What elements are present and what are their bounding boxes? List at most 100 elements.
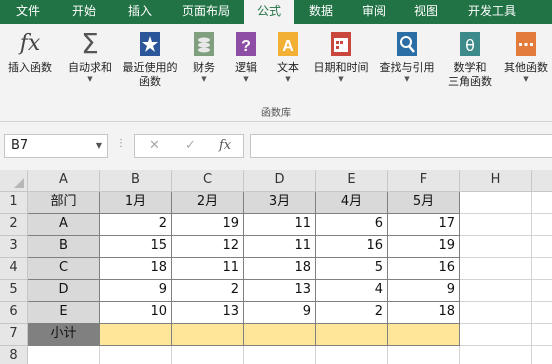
data-cell[interactable]: 18 — [388, 302, 460, 324]
data-cell[interactable]: 2 — [172, 280, 244, 302]
table-header-month[interactable]: 3月 — [244, 192, 316, 214]
empty-cell[interactable] — [532, 324, 552, 346]
worksheet-grid[interactable]: A B C D E F H 1 2 3 4 5 6 7 8 部门 1月 2月 3… — [0, 170, 552, 364]
empty-cell[interactable] — [460, 192, 532, 214]
data-cell[interactable]: 11 — [244, 236, 316, 258]
row-header-3[interactable]: 3 — [0, 236, 28, 258]
dept-cell[interactable]: C — [28, 258, 100, 280]
tab-formulas[interactable]: 公式 — [244, 0, 294, 26]
tab-view[interactable]: 视图 — [400, 0, 452, 24]
tab-developer[interactable]: 开发工具 — [456, 0, 528, 24]
formula-input[interactable] — [250, 134, 552, 158]
dept-cell[interactable]: A — [28, 214, 100, 236]
empty-cell[interactable] — [388, 346, 460, 364]
tab-home[interactable]: 开始 — [56, 0, 112, 24]
column-header-b[interactable]: B — [100, 170, 172, 192]
data-cell[interactable]: 18 — [244, 258, 316, 280]
subtotal-cell[interactable] — [172, 324, 244, 346]
data-cell[interactable]: 16 — [388, 258, 460, 280]
tab-file[interactable]: 文件 — [0, 0, 56, 24]
data-cell[interactable]: 16 — [316, 236, 388, 258]
column-header-a[interactable]: A — [28, 170, 100, 192]
text-button[interactable]: A 文本 ▼ — [270, 30, 306, 83]
table-header-month[interactable]: 1月 — [100, 192, 172, 214]
column-header-d[interactable]: D — [244, 170, 316, 192]
dept-cell[interactable]: E — [28, 302, 100, 324]
row-header-4[interactable]: 4 — [0, 258, 28, 280]
tab-insert[interactable]: 插入 — [112, 0, 168, 24]
dept-cell[interactable]: D — [28, 280, 100, 302]
row-header-2[interactable]: 2 — [0, 214, 28, 236]
empty-cell[interactable] — [532, 302, 552, 324]
data-cell[interactable]: 4 — [316, 280, 388, 302]
data-cell[interactable]: 6 — [316, 214, 388, 236]
data-cell[interactable]: 11 — [244, 214, 316, 236]
empty-cell[interactable] — [532, 236, 552, 258]
tab-data[interactable]: 数据 — [296, 0, 346, 24]
empty-cell[interactable] — [460, 236, 532, 258]
cancel-icon[interactable]: ✕ — [149, 138, 160, 153]
data-cell[interactable]: 13 — [244, 280, 316, 302]
data-cell[interactable]: 5 — [316, 258, 388, 280]
subtotal-cell[interactable] — [316, 324, 388, 346]
empty-cell[interactable] — [244, 346, 316, 364]
empty-cell[interactable] — [460, 302, 532, 324]
row-header-8[interactable]: 8 — [0, 346, 28, 364]
data-cell[interactable]: 15 — [100, 236, 172, 258]
insert-function-button[interactable]: fx 插入函数 — [2, 30, 58, 75]
column-header-next[interactable] — [532, 170, 552, 192]
data-cell[interactable]: 9 — [100, 280, 172, 302]
table-header-dept[interactable]: 部门 — [28, 192, 100, 214]
empty-cell[interactable] — [460, 324, 532, 346]
recently-used-button[interactable]: 最近使用的 函数 — [118, 30, 182, 89]
column-header-f[interactable]: F — [388, 170, 460, 192]
table-header-month[interactable]: 4月 — [316, 192, 388, 214]
data-cell[interactable]: 19 — [172, 214, 244, 236]
more-functions-button[interactable]: 其他函数 ▼ — [500, 30, 552, 83]
subtotal-cell[interactable] — [244, 324, 316, 346]
column-header-c[interactable]: C — [172, 170, 244, 192]
data-cell[interactable]: 17 — [388, 214, 460, 236]
column-header-h[interactable]: H — [460, 170, 532, 192]
math-trig-button[interactable]: θ 数学和 三角函数 — [440, 30, 500, 89]
empty-cell[interactable] — [316, 346, 388, 364]
financial-button[interactable]: 财务 ▼ — [186, 30, 222, 83]
tab-page-layout[interactable]: 页面布局 — [170, 0, 242, 24]
data-cell[interactable]: 2 — [100, 214, 172, 236]
row-header-6[interactable]: 6 — [0, 302, 28, 324]
table-header-month[interactable]: 2月 — [172, 192, 244, 214]
autosum-button[interactable]: Σ 自动求和 ▼ — [62, 30, 118, 84]
empty-cell[interactable] — [532, 258, 552, 280]
row-header-7[interactable]: 7 — [0, 324, 28, 346]
data-cell[interactable]: 9 — [388, 280, 460, 302]
name-box[interactable]: B7 ▼ — [4, 134, 108, 158]
data-cell[interactable]: 18 — [100, 258, 172, 280]
empty-cell[interactable] — [28, 346, 100, 364]
empty-cell[interactable] — [460, 346, 532, 364]
data-cell[interactable]: 10 — [100, 302, 172, 324]
empty-cell[interactable] — [172, 346, 244, 364]
data-cell[interactable]: 19 — [388, 236, 460, 258]
insert-function-icon[interactable]: fx — [219, 138, 231, 153]
data-cell[interactable]: 9 — [244, 302, 316, 324]
column-header-e[interactable]: E — [316, 170, 388, 192]
empty-cell[interactable] — [532, 214, 552, 236]
subtotal-cell[interactable] — [388, 324, 460, 346]
empty-cell[interactable] — [532, 346, 552, 364]
empty-cell[interactable] — [460, 258, 532, 280]
row-header-5[interactable]: 5 — [0, 280, 28, 302]
drag-handle-icon[interactable]: ⋮ — [116, 138, 126, 149]
empty-cell[interactable] — [532, 192, 552, 214]
enter-icon[interactable]: ✓ — [185, 138, 196, 153]
empty-cell[interactable] — [532, 280, 552, 302]
subtotal-label-cell[interactable]: 小计 — [28, 324, 100, 346]
lookup-reference-button[interactable]: 查找与引用 ▼ — [374, 30, 440, 83]
data-cell[interactable]: 13 — [172, 302, 244, 324]
data-cell[interactable]: 12 — [172, 236, 244, 258]
table-header-month[interactable]: 5月 — [388, 192, 460, 214]
data-cell[interactable]: 2 — [316, 302, 388, 324]
select-all-corner[interactable] — [0, 170, 28, 192]
row-header-1[interactable]: 1 — [0, 192, 28, 214]
data-cell[interactable]: 11 — [172, 258, 244, 280]
empty-cell[interactable] — [100, 346, 172, 364]
